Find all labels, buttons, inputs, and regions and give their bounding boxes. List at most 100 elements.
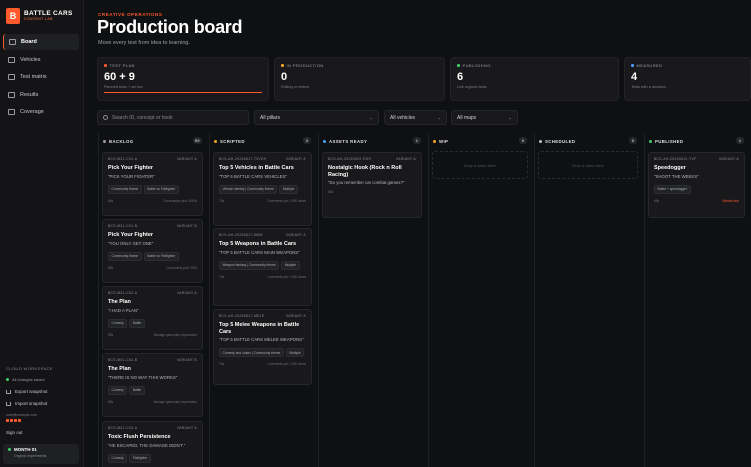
card-meta: BCS-M01-C02-B VARIANT B <box>108 358 197 362</box>
nav-item-label: Vehicles <box>20 56 41 63</box>
nav-item-coverage[interactable]: Coverage <box>3 104 79 120</box>
card-tags: Community theme Battle vs Fistfighter <box>108 251 197 261</box>
tag: Fistfighter <box>129 453 151 463</box>
column-status-icon <box>323 139 326 143</box>
vehicles-filter[interactable]: All vehicles ⌄ <box>384 110 447 125</box>
tag: Battle + speedogger <box>654 184 691 194</box>
card-tags: Comedy Fistfighter <box>108 453 197 463</box>
drop-zone[interactable]: Drop a video here <box>432 151 528 179</box>
stat-label: MEASURED <box>631 63 744 68</box>
column-wip: WIP 0 Drop a video here <box>428 133 531 467</box>
month-status-icon <box>8 448 11 451</box>
card-footer: 55s Manage gameplay expectation <box>108 333 197 337</box>
page-title: Production board <box>97 17 243 37</box>
user-email: user@example.com <box>6 413 38 417</box>
sign-out-button[interactable]: Sign out <box>6 430 80 435</box>
column-scheduled: SCHEDULED 0 Drop a video here <box>534 133 641 467</box>
card-title: Toxic Flush Persistence <box>108 434 171 440</box>
test-card[interactable]: BCS-AH-20260617-MELE VARIANT A Top 5 Melee… <box>213 309 312 385</box>
tag: Battle vs Fistfighter <box>143 251 179 261</box>
card-duration: 65s <box>108 265 114 270</box>
nav-item-test-matrix[interactable]: Test matrix <box>3 69 79 85</box>
card-variant: VARIANT A <box>395 157 416 161</box>
tag: Comedy <box>108 385 128 395</box>
test-card[interactable]: BCS-M01-C03-A VARIANT A Toxic Flush Persis… <box>102 421 203 467</box>
nav-item-board[interactable]: Board <box>3 34 79 50</box>
tag: Community theme <box>108 251 142 261</box>
import-snapshot-button[interactable]: Import snapshot <box>6 401 80 406</box>
workspace-panel: CLOUD WORKSPACE All changes saved Export… <box>6 366 80 435</box>
month-selector[interactable]: MONTH 01 Organic experiments <box>3 444 79 464</box>
pillars-filter[interactable]: All pillars ⌄ <box>254 110 379 125</box>
tag: Weapon fantasy | Community theme <box>219 260 280 270</box>
stat-dot-icon <box>457 64 460 67</box>
card-title: Top 5 Vehicles in Battle Cars <box>219 165 294 171</box>
card-variant: VARIANT A <box>176 426 197 430</box>
page-subtitle: Move every test from idea to learning. <box>98 40 191 46</box>
column-title: SCHEDULED <box>545 138 576 144</box>
test-card[interactable]: BCS-M01-C02-A VARIANT A The Plan "I HAD A P… <box>102 286 203 350</box>
card-meta: BCS-M01-C01-A VARIANT A <box>108 157 197 161</box>
card-title: Speedogger <box>654 165 686 171</box>
test-card[interactable]: BCS-M01-C01-B VARIANT B Pick Your Fighter "… <box>102 219 203 283</box>
car-icon <box>8 56 15 63</box>
nav-item-label: Results <box>20 91 39 98</box>
card-hook: "SHOOT THE WEEKS" <box>654 173 699 179</box>
column-scripted: SCRIPTED 3 BCS-AH-20260617-T5VEH VARIANT A T… <box>209 133 315 467</box>
chart-icon <box>8 91 15 98</box>
card-tags: Comedy and chaos | Community theme Multip… <box>219 348 306 358</box>
column-count-badge: 0 <box>519 137 527 144</box>
test-card[interactable]: BCS-AH-20260602-RDR VARIANT A Nostalgic Ho… <box>322 152 422 218</box>
stat-label: TEST PLAN <box>104 63 262 68</box>
column-title: PUBLISHED <box>655 138 684 144</box>
nav-item-results[interactable]: Results <box>3 87 79 103</box>
card-variant: VARIANT A <box>285 314 306 318</box>
upload-icon <box>6 401 11 406</box>
test-card[interactable]: BCS-AH-20260617-T5VEH VARIANT A Top 5 Vehi… <box>213 152 312 226</box>
card-metric: Manage gameplay expectation <box>153 399 197 404</box>
test-card[interactable]: BCS-AH-20260612-TVF VARIANT A Speedogger "S… <box>648 152 745 218</box>
tag: Battle <box>129 385 145 395</box>
test-card[interactable]: BCS-M01-C02-B VARIANT B The Plan "THERE IS … <box>102 353 203 417</box>
stat-dot-icon <box>281 64 284 67</box>
tag: Vehicle identity | Community theme <box>219 184 278 194</box>
test-card[interactable]: BCS-M01-C01-A VARIANT A Pick Your Fighter "… <box>102 152 203 216</box>
column-assets-ready: ASSETS READY 1 BCS-AH-20260602-RDR VARIANT … <box>318 133 425 467</box>
stat-label-text: TEST PLAN <box>109 63 135 68</box>
card-hook: "I HAD A PLAN" <box>108 307 139 313</box>
column-header: PUBLISHED 1 <box>649 136 744 146</box>
column-header: ASSETS READY 1 <box>323 136 421 146</box>
stat-subtitle: Editing or review <box>281 85 310 89</box>
test-card[interactable]: BCS-AH-20260617-5MW VARIANT A Top 5 Weapon… <box>213 228 312 306</box>
drop-zone[interactable]: Drop a video here <box>538 151 638 179</box>
search-input[interactable]: Search ID, concept or hook <box>97 110 249 125</box>
card-hook: "YOU ONLY GET ONE" <box>108 240 154 246</box>
card-duration: 55s <box>108 332 114 337</box>
card-id: BCS-M01-C01-A <box>108 157 138 161</box>
search-icon <box>103 115 108 120</box>
card-title: Top 5 Melee Weapons in Battle Cars <box>219 322 300 335</box>
stat-subtitle: Tests with a decision <box>631 85 666 89</box>
brand[interactable]: B BATTLE CARS CONTENT LAB <box>6 8 73 24</box>
column-status-icon <box>649 139 652 143</box>
maps-filter[interactable]: All maps ⌄ <box>451 110 518 125</box>
color-swatches <box>6 419 80 422</box>
card-hook: "TOP 5 BATTLE CARS MAIN WEAPONS" <box>219 249 300 255</box>
nav-item-vehicles[interactable]: Vehicles <box>3 52 79 68</box>
card-tags: Weapon fantasy | Community theme Multiple <box>219 260 306 270</box>
card-meta: BCS-AH-20260617-MELE VARIANT A <box>219 314 306 318</box>
card-title: The Plan <box>108 366 131 372</box>
card-hook: "PICK YOUR FIGHTER" <box>108 173 155 179</box>
card-duration: 55s <box>108 399 114 404</box>
stat-label-text: MEASURED <box>636 63 663 68</box>
card-id: BCS-M01-C02-B <box>108 358 138 362</box>
stat-label-text: IN PRODUCTION <box>286 63 324 68</box>
stat-subtitle: Planned tests + ad hoc <box>104 85 143 89</box>
card-meta: BCS-M01-C03-A VARIANT A <box>108 426 197 430</box>
stat-dot-icon <box>631 64 634 67</box>
stat-value: 4 <box>631 71 638 83</box>
tag: Battle vs Fistfighter <box>143 184 179 194</box>
export-snapshot-button[interactable]: Export snapshot <box>6 389 80 394</box>
tag: Multiple <box>285 348 305 358</box>
card-tags: Comedy Battle <box>108 385 197 395</box>
